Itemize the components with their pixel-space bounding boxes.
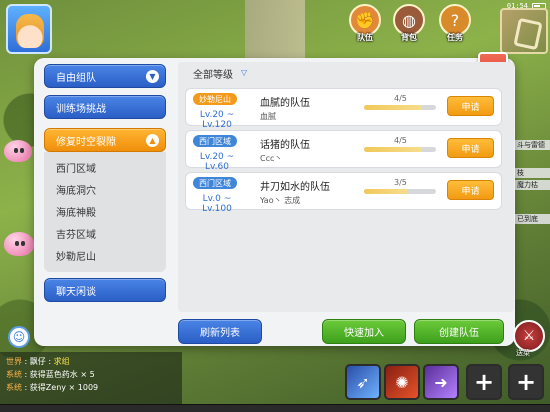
apply-button[interactable]: 申请 (447, 138, 494, 158)
arena-label: 训练场挑战 (56, 103, 106, 115)
member-progress-bar (364, 189, 436, 194)
add-skill-slot-button[interactable]: + (508, 364, 544, 400)
side-panel-text: 魔力枯 (514, 180, 550, 190)
arena-challenge-button[interactable]: 训练场挑战 (44, 95, 166, 119)
chat-separator: : (24, 370, 28, 379)
chat-text: 获得蓝色药水 × 5 (29, 370, 95, 379)
chat-line: 系统 : 获得蓝色药水 × 5 (6, 368, 176, 381)
chat-channel: 系统 (6, 383, 22, 392)
avatar-portrait (16, 14, 44, 48)
emote-icon[interactable]: ☺ (8, 326, 30, 348)
zone-tag: 西门区域 (193, 135, 237, 147)
rift-label: 修复时空裂隙 (56, 136, 116, 148)
chat-channel: 系统 (6, 370, 22, 379)
team-name: 话猪的队伍 (260, 140, 310, 151)
team-row[interactable]: 西门区域 Lv.20 ~ Lv.60 话猪的队伍 Ccc丶 4/5 申请 (185, 130, 502, 172)
refresh-list-button[interactable]: 刷新列表 (178, 319, 262, 344)
region-submenu: 西门区域 海底洞穴 海底神殿 吉芬区域 妙勒尼山 (44, 152, 166, 272)
quest-badge-label: 送菜 (516, 349, 530, 357)
team-row[interactable]: 妙勒尼山 Lv.20 ~ Lv.120 血腻的队伍 血腻 4/5 申请 (185, 88, 502, 130)
free-team-label: 自由组队 (56, 72, 96, 84)
minimap[interactable] (500, 8, 548, 54)
level-filter-dropdown[interactable]: 全部等级 (193, 66, 233, 81)
region-item[interactable]: 吉芬区域 (56, 226, 96, 241)
side-panel-text: 斗与雷德 (514, 140, 550, 150)
chat-text: 求组 (53, 357, 70, 366)
chevron-up-icon: ▲ (146, 134, 159, 147)
chat-category-label: 聊天闲谈 (56, 286, 96, 298)
member-count: 3/5 (394, 178, 407, 187)
chat-line: 世界 : 飘仔 : 求组 (6, 355, 176, 368)
fire-skill-icon[interactable]: ✺ (384, 364, 420, 400)
team-menu-button[interactable]: ✊ 队伍 (346, 4, 384, 48)
region-item[interactable]: 妙勒尼山 (56, 248, 96, 263)
free-team-button[interactable]: 自由组队 ▼ (44, 64, 166, 88)
chat-line: 系统 : 获得Zeny × 1009 (6, 381, 176, 394)
chat-category-button[interactable]: 聊天闲谈 (44, 278, 166, 302)
member-progress-bar (364, 147, 436, 152)
region-item[interactable]: 西门区域 (56, 160, 96, 175)
region-item[interactable]: 海底神殿 (56, 204, 96, 219)
chat-user: 飘仔 (29, 357, 46, 366)
team-members: 血腻 (260, 112, 276, 121)
member-count: 4/5 (394, 136, 407, 145)
level-range: Lv.20 ~ Lv.60 (199, 152, 235, 172)
pink-poring-monster[interactable] (4, 140, 32, 162)
caret-down-icon[interactable]: ▽ (241, 68, 247, 77)
team-members: Ccc丶 (260, 154, 283, 163)
zone-tag: 西门区域 (193, 177, 237, 189)
chat-separator: : (48, 357, 52, 366)
member-count: 4/5 (394, 94, 407, 103)
side-panel-text: 已到底 (514, 214, 550, 224)
team-row[interactable]: 西门区域 Lv.0 ~ Lv.100 井刀如水的队伍 Yao丶 志成 3/5 申… (185, 172, 502, 214)
bag-menu-button[interactable]: ◍ 背包 (390, 4, 428, 48)
member-progress-fill (364, 147, 422, 152)
scene-road (245, 0, 305, 60)
member-progress-fill (364, 189, 408, 194)
experience-bar (0, 404, 550, 412)
dash-skill-icon[interactable]: ➜ (423, 364, 459, 400)
quick-join-button[interactable]: 快速加入 (322, 319, 406, 344)
pink-poring-monster[interactable] (4, 232, 34, 256)
rift-repair-button[interactable]: 修复时空裂隙 ▲ (44, 128, 166, 152)
chevron-down-icon: ▼ (146, 70, 159, 83)
chat-text: 获得Zeny × 1009 (29, 383, 99, 392)
team-members: Yao丶 志成 (260, 196, 301, 205)
member-progress-bar (364, 105, 436, 110)
bag-menu-label: 背包 (401, 33, 417, 42)
region-item[interactable]: 海底洞穴 (56, 182, 96, 197)
member-progress-fill (364, 105, 422, 110)
apply-button[interactable]: 申请 (447, 96, 494, 116)
quest-menu-label: 任务 (447, 33, 463, 42)
create-team-button[interactable]: 创建队伍 (414, 319, 504, 344)
chat-separator: : (24, 383, 28, 392)
team-name: 血腻的队伍 (260, 98, 310, 109)
team-menu-label: 队伍 (357, 33, 373, 42)
apply-button[interactable]: 申请 (447, 180, 494, 200)
side-panel-text: 枝 (514, 168, 550, 178)
player-avatar[interactable] (6, 4, 52, 54)
add-skill-slot-button[interactable]: + (466, 364, 502, 400)
team-name: 井刀如水的队伍 (260, 182, 330, 193)
level-range: Lv.20 ~ Lv.120 (199, 110, 235, 130)
chat-separator: : (24, 357, 28, 366)
ice-arrow-skill-icon[interactable]: ➶ (345, 364, 381, 400)
quest-menu-button[interactable]: ? 任务 (436, 4, 474, 48)
zone-tag: 妙勒尼山 (193, 93, 237, 105)
chat-log[interactable]: 世界 : 飘仔 : 求组 系统 : 获得蓝色药水 × 5 系统 : 获得Zeny… (0, 352, 182, 406)
chat-channel: 世界 (6, 357, 22, 366)
level-range: Lv.0 ~ Lv.100 (202, 194, 232, 214)
